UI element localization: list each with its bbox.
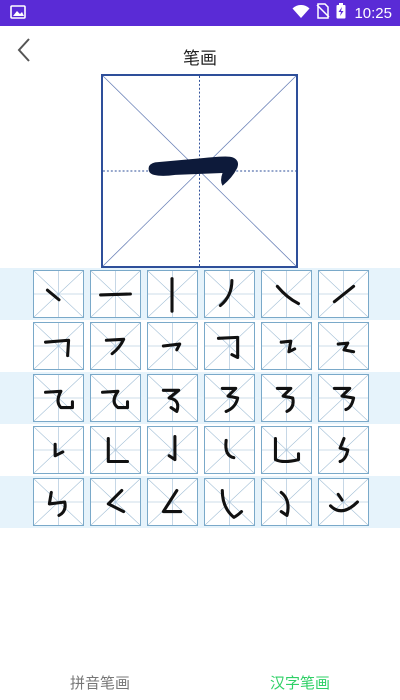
dian-stroke-icon <box>34 271 83 317</box>
stroke-cell[interactable] <box>261 478 312 526</box>
stroke-cell[interactable] <box>147 478 198 526</box>
stroke-cell[interactable] <box>147 426 198 474</box>
shuwangou-stroke-icon <box>262 427 311 473</box>
stroke-cell[interactable] <box>318 426 369 474</box>
bottom-tab-bar: 拼音笔画 汉字笔画 <box>0 664 400 700</box>
stroke-cell[interactable] <box>318 374 369 422</box>
stroke-cell[interactable] <box>318 322 369 370</box>
stroke-cell[interactable] <box>204 478 255 526</box>
stroke-cell[interactable] <box>33 426 84 474</box>
hengzhezhezhe-stroke-icon <box>319 375 368 421</box>
xiegou-stroke-icon <box>205 479 254 525</box>
shugou-stroke-icon <box>148 427 197 473</box>
stroke-cell[interactable] <box>261 374 312 422</box>
no-sim-icon <box>316 3 330 23</box>
ti-stroke-icon <box>319 271 368 317</box>
wangou-stroke-icon <box>262 479 311 525</box>
hengzhegou-stroke-icon <box>205 323 254 369</box>
henggou-stroke-icon <box>91 323 140 369</box>
piedian-stroke-icon <box>148 479 197 525</box>
stroke-cell[interactable] <box>318 478 369 526</box>
stroke-cell[interactable] <box>261 426 312 474</box>
stroke-cell[interactable] <box>33 270 84 318</box>
character-practice-grid <box>101 74 298 268</box>
wifi-icon <box>292 4 310 23</box>
status-time: 10:25 <box>354 4 392 22</box>
stroke-cell[interactable] <box>90 426 141 474</box>
hengzhezhezhegou-stroke-icon <box>262 375 311 421</box>
tab-pinyin-strokes[interactable]: 拼音笔画 <box>0 664 200 700</box>
hengzheti-stroke-icon <box>262 323 311 369</box>
stroke-cell[interactable] <box>90 270 141 318</box>
shuzhe-stroke-icon <box>91 427 140 473</box>
pie-stroke-icon <box>205 271 254 317</box>
stroke-cell[interactable] <box>204 270 255 318</box>
shuti-stroke-icon <box>34 427 83 473</box>
piezhe-stroke-icon <box>91 479 140 525</box>
shuzhezhe-stroke-icon <box>319 427 368 473</box>
stroke-cell[interactable] <box>147 374 198 422</box>
stroke-grid <box>0 268 400 528</box>
stroke-cell[interactable] <box>147 270 198 318</box>
stroke-cell[interactable] <box>90 374 141 422</box>
shu-stroke-icon <box>148 271 197 317</box>
practice-character <box>103 76 296 266</box>
hengpiewangou-stroke-icon <box>148 375 197 421</box>
stroke-cell[interactable] <box>261 270 312 318</box>
gallery-notification-icon <box>10 4 26 23</box>
stroke-cells <box>33 270 369 526</box>
hengxiegou-stroke-icon <box>34 375 83 421</box>
stroke-cell[interactable] <box>90 322 141 370</box>
shuwan-stroke-icon <box>205 427 254 473</box>
heng-stroke-large-icon <box>148 156 239 186</box>
page-title: 笔画 <box>183 49 217 69</box>
heng-stroke-icon <box>91 271 140 317</box>
stroke-cell[interactable] <box>33 478 84 526</box>
wogou-stroke-icon <box>319 479 368 525</box>
battery-charging-icon <box>336 3 346 23</box>
hengzhewan-stroke-icon <box>319 323 368 369</box>
stroke-cell[interactable] <box>204 374 255 422</box>
stroke-cell[interactable] <box>204 426 255 474</box>
hengpie-stroke-icon <box>148 323 197 369</box>
stroke-cell[interactable] <box>147 322 198 370</box>
hengzhe-stroke-icon <box>34 323 83 369</box>
app-header: 笔画 <box>0 26 400 78</box>
hengzhewangou-stroke-icon <box>91 375 140 421</box>
status-bar: 10:25 <box>0 0 400 26</box>
stroke-cell[interactable] <box>261 322 312 370</box>
stroke-cell[interactable] <box>204 322 255 370</box>
hengzhezhepie-stroke-icon <box>205 375 254 421</box>
stroke-cell[interactable] <box>33 322 84 370</box>
stroke-cell[interactable] <box>33 374 84 422</box>
stroke-cell[interactable] <box>318 270 369 318</box>
shuzhezhegou-stroke-icon <box>34 479 83 525</box>
tab-hanzi-strokes[interactable]: 汉字笔画 <box>200 664 400 700</box>
stroke-cell[interactable] <box>90 478 141 526</box>
na-stroke-icon <box>262 271 311 317</box>
